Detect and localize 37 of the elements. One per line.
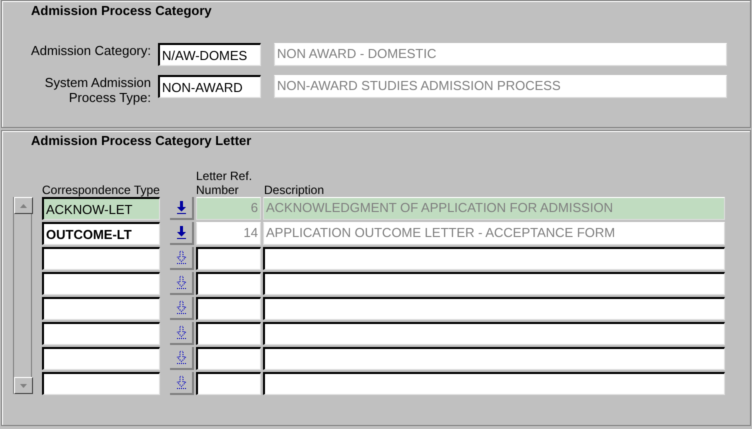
column-header: Letter Ref. Number	[196, 169, 254, 197]
down-arrow-icon	[176, 301, 186, 314]
table-cell	[196, 297, 261, 320]
table-cell: ACKNOWLEDGMENT OF APPLICATION FOR ADMISSION	[263, 197, 725, 220]
table-cell: 14	[196, 222, 261, 245]
lookup-button[interactable]	[170, 222, 194, 245]
down-arrow-icon	[176, 351, 186, 364]
input-field[interactable]: NON-AWARD	[158, 75, 261, 98]
table-cell	[196, 322, 261, 345]
description-field: NON-AWARD STUDIES ADMISSION PROCESS	[274, 75, 727, 98]
input-field[interactable]: ACKNOW-LET	[42, 197, 160, 220]
down-arrow-icon	[20, 384, 27, 388]
field-label: Admission Category:	[31, 43, 151, 58]
input-field[interactable]: OUTCOME-LT	[42, 222, 160, 245]
down-arrow-icon	[176, 251, 186, 264]
down-arrow-icon	[176, 201, 186, 214]
input-field[interactable]: N/AW-DOMES	[158, 43, 261, 66]
scroll-down-button[interactable]	[14, 377, 33, 394]
table-cell: 6	[196, 197, 261, 220]
table-cell	[196, 372, 261, 395]
table-cell: APPLICATION OUTCOME LETTER - ACCEPTANCE FORM	[263, 222, 725, 245]
down-arrow-icon	[176, 326, 186, 339]
panel-title: Admission Process Category Letter	[31, 133, 252, 149]
table-cell	[196, 272, 261, 295]
down-arrow-icon	[176, 226, 186, 239]
column-header: Correspondence Type	[42, 183, 161, 197]
table-cell	[196, 347, 261, 370]
scroll-up-button[interactable]	[14, 197, 33, 214]
description-field: NON AWARD - DOMESTIC	[274, 43, 727, 66]
down-arrow-icon	[176, 276, 186, 289]
column-header: Description	[264, 183, 326, 197]
table-cell	[196, 247, 261, 270]
up-arrow-icon	[20, 204, 27, 208]
panel-title: Admission Process Category	[31, 3, 213, 19]
down-arrow-icon	[176, 376, 186, 389]
field-label: System Admission Process Type:	[44, 75, 151, 105]
scrollbar[interactable]	[13, 197, 32, 394]
